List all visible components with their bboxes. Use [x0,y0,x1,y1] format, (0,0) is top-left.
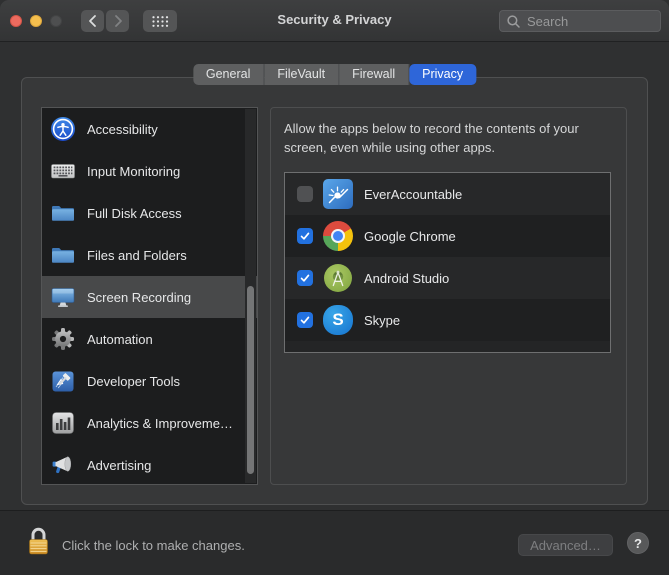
screen-recording-panel: Allow the apps below to record the conte… [270,107,627,485]
footer-bar: Click the lock to make changes. Advanced… [0,510,669,575]
sidebar-item-full-disk-access[interactable]: Full Disk Access [42,192,257,234]
sidebar-item-label: Accessibility [87,122,158,137]
sidebar-item-advertising[interactable]: Advertising [42,444,257,485]
tab-general[interactable]: General [193,64,264,85]
sidebar-item-accessibility[interactable]: Accessibility [42,108,257,150]
help-button[interactable]: ? [627,532,649,554]
sidebar-item-input-monitoring[interactable]: Input Monitoring [42,150,257,192]
sidebar-item-label: Developer Tools [87,374,180,389]
app-name: Google Chrome [364,229,456,244]
bar-chart-icon [50,410,76,436]
chrome-icon [322,220,354,252]
search-input[interactable] [525,13,654,30]
skype-checkbox[interactable] [297,312,313,328]
everaccountable-icon [322,178,354,210]
advanced-button[interactable]: Advanced… [518,534,613,556]
folder-icon [50,200,76,226]
sidebar-item-label: Full Disk Access [87,206,182,221]
sidebar-item-label: Automation [87,332,153,347]
search-icon [506,14,521,29]
app-row-android-studio[interactable]: Android Studio [285,257,610,299]
sidebar-item-label: Files and Folders [87,248,187,263]
sidebar-scrollbar-track[interactable] [245,109,256,483]
app-row-google-chrome[interactable]: Google Chrome [285,215,610,257]
app-name: Android Studio [364,271,449,286]
privacy-sidebar: Accessibility Input Monitoring [41,107,258,485]
sidebar-item-label: Advertising [87,458,151,473]
search-field[interactable] [499,10,661,32]
gear-icon [50,326,76,352]
tab-firewall[interactable]: Firewall [339,64,409,85]
sidebar-item-automation[interactable]: Automation [42,318,257,360]
folder-icon [50,242,76,268]
android-studio-checkbox[interactable] [297,270,313,286]
everaccountable-checkbox[interactable] [297,186,313,202]
lock-message: Click the lock to make changes. [62,538,245,553]
android-studio-icon [322,262,354,294]
app-list: EverAccountable Google Chrome [284,172,611,353]
sidebar-item-label: Analytics & Improveme… [87,416,233,431]
app-row-everaccountable[interactable]: EverAccountable [285,173,610,215]
sidebar-item-label: Input Monitoring [87,164,180,179]
lock-icon[interactable] [26,524,51,564]
display-icon [50,284,76,310]
hammer-icon [50,368,76,394]
sidebar-item-developer-tools[interactable]: Developer Tools [42,360,257,402]
app-name: Skype [364,313,400,328]
titlebar: Security & Privacy [0,0,669,42]
sidebar-item-files-and-folders[interactable]: Files and Folders [42,234,257,276]
sidebar-item-screen-recording[interactable]: Screen Recording [42,276,257,318]
accessibility-icon [50,116,76,142]
security-privacy-window: Security & Privacy General FileVault Fir… [0,0,669,575]
keyboard-icon [50,158,76,184]
app-row-skype[interactable]: S Skype [285,299,610,341]
megaphone-icon [50,452,76,478]
skype-icon: S [322,304,354,336]
tab-privacy[interactable]: Privacy [409,64,476,85]
panel-description: Allow the apps below to record the conte… [284,119,616,157]
tab-bar: General FileVault Firewall Privacy [193,64,476,85]
sidebar-item-analytics[interactable]: Analytics & Improveme… [42,402,257,444]
google-chrome-checkbox[interactable] [297,228,313,244]
tab-filevault[interactable]: FileVault [264,64,339,85]
app-name: EverAccountable [364,187,462,202]
sidebar-item-label: Screen Recording [87,290,191,305]
sidebar-scrollbar-thumb[interactable] [247,286,254,474]
